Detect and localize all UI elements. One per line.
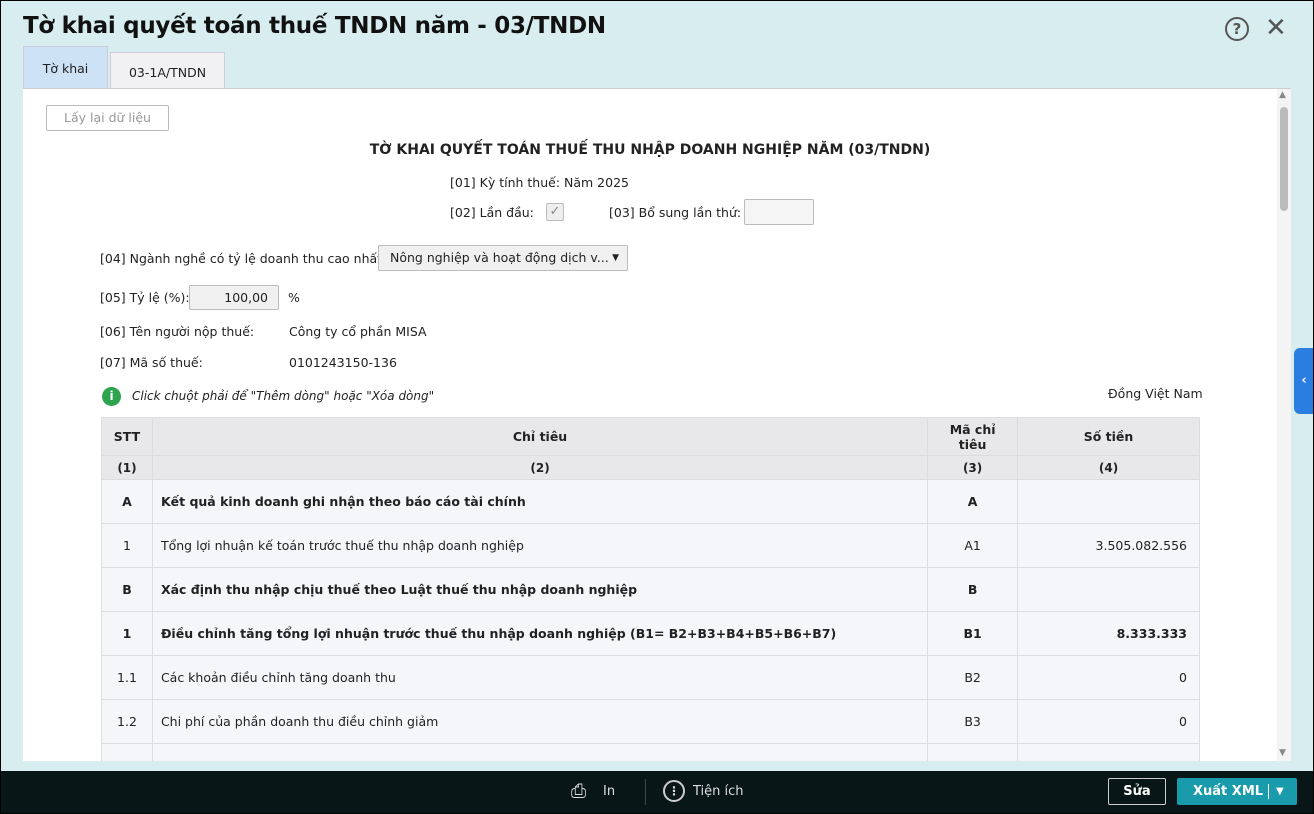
row-amount[interactable]: 0 [1017, 655, 1200, 700]
currency-label: Đồng Việt Nam [1108, 386, 1203, 401]
first-time-checkbox[interactable]: ✓ [546, 203, 564, 221]
row-stt: 1 [101, 611, 153, 656]
row-code: B [927, 567, 1019, 612]
table-row[interactable]: 1 Điều chỉnh tăng tổng lợi nhuận trước th… [101, 611, 1200, 656]
taxpayer-name: Công ty cổ phần MISA [289, 324, 427, 339]
row-amount [1017, 479, 1200, 524]
collapse-side-panel-icon[interactable]: ‹ [1294, 348, 1313, 414]
close-icon[interactable]: ✕ [1265, 13, 1287, 43]
subheader-4: (4) [1017, 455, 1200, 480]
industry-label: [04] Ngành nghề có tỷ lệ doanh thu cao n… [100, 251, 387, 266]
subheader-3: (3) [927, 455, 1019, 480]
row-amount[interactable]: 0 [1017, 699, 1200, 744]
print-button[interactable]: In [603, 784, 615, 799]
tax-code-label: [07] Mã số thuế: [100, 355, 203, 370]
table-row[interactable]: 1.1 Các khoản điều chỉnh tăng doanh thu B2… [101, 655, 1200, 700]
tax-code: 0101243150-136 [289, 355, 397, 370]
row-amount[interactable]: 3.505.082.556 [1017, 523, 1200, 568]
industry-value: Nông nghiệp và hoạt động dịch v... [390, 250, 609, 265]
row-name: Các khoản điều chỉnh tăng doanh thu [151, 655, 929, 700]
header-stt: STT [101, 417, 153, 456]
export-xml-label: Xuất XML [1193, 784, 1264, 799]
header-ma-chi-tieu: Mã chỉ tiêu [927, 417, 1019, 456]
dialog-title: Tờ khai quyết toán thuế TNDN năm - 03/TN… [23, 13, 606, 39]
ratio-input[interactable]: 100,00 [189, 285, 279, 310]
industry-select[interactable]: Nông nghiệp và hoạt động dịch v... ▼ [378, 245, 628, 271]
row-name: Kết quả kinh doanh ghi nhận theo báo cáo… [151, 479, 929, 524]
footer-bar: ⎙ In ⋮ Tiện ích Sửa Xuất XML ▼ [1, 771, 1313, 813]
help-icon[interactable]: ? [1225, 17, 1249, 41]
row-code: B1 [927, 611, 1019, 656]
printer-icon[interactable]: ⎙ [571, 780, 586, 802]
row-name: Điều chỉnh tăng tổng lợi nhuận trước thu… [151, 611, 929, 656]
export-xml-button[interactable]: Xuất XML ▼ [1177, 778, 1297, 805]
row-code: B3 [927, 699, 1019, 744]
form-heading: TỜ KHAI QUYẾT TOÁN THUẾ THU NHẬP DOANH N… [369, 142, 931, 158]
row-stt: 1.2 [101, 699, 153, 744]
utilities-button[interactable]: Tiện ích [693, 784, 744, 799]
row-stt: 1 [101, 523, 153, 568]
form-panel: Lấy lại dữ liệu TỜ KHAI QUYẾT TOÁN THUẾ … [23, 88, 1291, 761]
table-row[interactable]: A Kết quả kinh doanh ghi nhận theo báo cá… [101, 479, 1200, 524]
vertical-scrollbar[interactable]: ▲ ▼ [1277, 89, 1291, 761]
row-code: A [927, 479, 1019, 524]
scrollbar-thumb[interactable] [1280, 107, 1288, 211]
tab-to-khai[interactable]: Tờ khai [23, 46, 108, 89]
row-name: Tổng lợi nhuận kế toán trước thuế thu nh… [151, 523, 929, 568]
row-name: Chi phí của phần doanh thu điều chỉnh gi… [151, 699, 929, 744]
subheader-2: (2) [151, 455, 929, 480]
divider [645, 779, 646, 805]
row-stt: A [101, 479, 153, 524]
divider [1268, 784, 1269, 799]
table-row[interactable]: B Xác định thu nhập chịu thuế theo Luật t… [101, 567, 1200, 612]
scroll-down-icon[interactable]: ▼ [1279, 748, 1286, 758]
ratio-unit: % [288, 290, 300, 305]
row-amount: 8.333.333 [1017, 611, 1200, 656]
edit-button[interactable]: Sửa [1108, 778, 1166, 805]
row-amount [1017, 567, 1200, 612]
table-row[interactable]: 1.2 Chi phí của phần doanh thu điều chỉnh… [101, 699, 1200, 744]
ratio-label: [05] Tỷ lệ (%): [100, 290, 190, 305]
row-code: B2 [927, 655, 1019, 700]
scroll-up-icon[interactable]: ▲ [1279, 90, 1286, 100]
header-chi-tieu: Chỉ tiêu [151, 417, 929, 456]
table-row[interactable] [101, 743, 1200, 761]
row-name: Xác định thu nhập chịu thuế theo Luật th… [151, 567, 929, 612]
chevron-down-icon: ▼ [612, 253, 619, 263]
supplement-label: [03] Bổ sung lần thứ: [609, 205, 742, 220]
reload-data-button[interactable]: Lấy lại dữ liệu [46, 105, 169, 131]
first-time-label: [02] Lần đầu: [450, 205, 534, 220]
tax-declaration-dialog: Tờ khai quyết toán thuế TNDN năm - 03/TN… [1, 1, 1313, 813]
hint-text: Click chuột phải để "Thêm dòng" hoặc "Xó… [132, 389, 435, 403]
utilities-icon[interactable]: ⋮ [663, 780, 685, 802]
info-icon: i [102, 387, 121, 406]
row-code: A1 [927, 523, 1019, 568]
header-so-tien: Số tiền [1017, 417, 1200, 456]
supplement-input[interactable] [744, 199, 814, 225]
table-row[interactable]: 1 Tổng lợi nhuận kế toán trước thuế thu n… [101, 523, 1200, 568]
tab-03-1a-tndn[interactable]: 03-1A/TNDN [110, 52, 225, 89]
row-stt: B [101, 567, 153, 612]
declaration-table: STT Chỉ tiêu Mã chỉ tiêu Số tiền (1) (2)… [101, 417, 1200, 761]
chevron-down-icon[interactable]: ▼ [1276, 778, 1284, 805]
subheader-1: (1) [101, 455, 153, 480]
taxpayer-name-label: [06] Tên người nộp thuế: [100, 324, 255, 339]
row-stt: 1.1 [101, 655, 153, 700]
tax-period: [01] Kỳ tính thuế: Năm 2025 [450, 175, 629, 190]
